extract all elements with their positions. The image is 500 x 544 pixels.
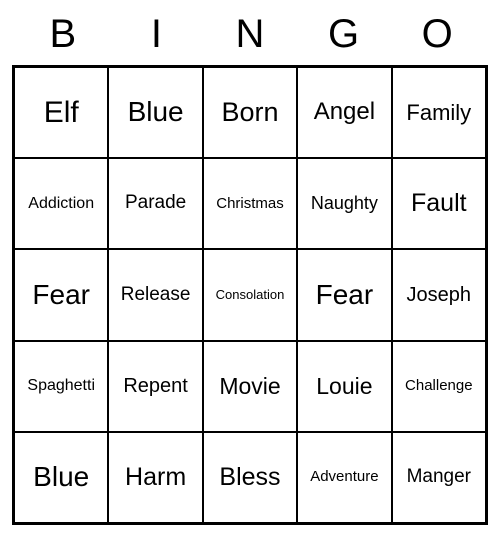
bingo-cell-text: Louie (316, 374, 372, 399)
bingo-cell-text: Manger (407, 467, 471, 488)
bingo-grid: Elf Blue Born Angel Family Addiction Parade Chr… (12, 65, 488, 525)
bingo-cell-text: Family (406, 101, 471, 125)
bingo-cell-text: Christmas (216, 196, 284, 213)
bingo-cell[interactable]: Adventure (297, 432, 391, 523)
bingo-cell[interactable]: Fear (14, 249, 108, 340)
bingo-cell-text: Fault (411, 190, 467, 218)
bingo-cell[interactable]: Angel (297, 67, 391, 158)
header-letter-b: B (16, 12, 110, 57)
bingo-cell-text: Repent (123, 375, 188, 397)
bingo-cell[interactable]: Born (203, 67, 297, 158)
bingo-cell-text: Parade (125, 193, 186, 214)
bingo-cell[interactable]: Spaghetti (14, 341, 108, 432)
bingo-cell[interactable]: Bless (203, 432, 297, 523)
bingo-cell-text: Elf (44, 96, 79, 129)
bingo-cell[interactable]: Movie (203, 341, 297, 432)
bingo-card: B I N G O Elf Blue Born Angel Family Addictio… (12, 12, 488, 525)
bingo-cell[interactable]: Repent (108, 341, 202, 432)
bingo-cell-text: Consolation (216, 288, 285, 302)
bingo-cell-text: Spaghetti (27, 377, 95, 395)
bingo-cell[interactable]: Consolation (203, 249, 297, 340)
bingo-cell[interactable]: Harm (108, 432, 202, 523)
bingo-cell-text: Joseph (407, 284, 472, 306)
bingo-cell[interactable]: Parade (108, 158, 202, 249)
bingo-cell-text: Naughty (311, 194, 378, 214)
bingo-cell-text: Movie (219, 374, 280, 399)
bingo-cell[interactable]: Elf (14, 67, 108, 158)
bingo-cell[interactable]: Challenge (392, 341, 486, 432)
header-letter-n: N (203, 12, 297, 57)
bingo-cell[interactable]: Naughty (297, 158, 391, 249)
bingo-cell-text: Blue (33, 462, 89, 493)
bingo-cell[interactable]: Manger (392, 432, 486, 523)
bingo-cell-text: Fear (32, 280, 90, 311)
header-letter-o: O (390, 12, 484, 57)
bingo-cell-text: Adventure (310, 469, 378, 486)
bingo-cell[interactable]: Family (392, 67, 486, 158)
bingo-cell-text: Harm (125, 464, 186, 492)
bingo-cell-text: Challenge (405, 378, 473, 395)
bingo-cell-text: Born (221, 98, 278, 128)
bingo-cell[interactable]: Christmas (203, 158, 297, 249)
bingo-cell-text: Blue (128, 97, 184, 128)
bingo-cell[interactable]: Release (108, 249, 202, 340)
bingo-cell[interactable]: Joseph (392, 249, 486, 340)
bingo-cell-text: Fear (316, 280, 374, 311)
bingo-cell-text: Bless (219, 464, 280, 492)
bingo-cell[interactable]: Addiction (14, 158, 108, 249)
bingo-cell[interactable]: Louie (297, 341, 391, 432)
bingo-header-row: B I N G O (12, 12, 488, 57)
bingo-cell-text: Release (121, 285, 191, 306)
bingo-cell-text: Addiction (28, 195, 94, 213)
bingo-cell[interactable]: Fear (297, 249, 391, 340)
bingo-cell[interactable]: Blue (14, 432, 108, 523)
header-letter-g: G (297, 12, 391, 57)
header-letter-i: I (110, 12, 204, 57)
bingo-cell[interactable]: Fault (392, 158, 486, 249)
bingo-cell[interactable]: Blue (108, 67, 202, 158)
bingo-cell-text: Angel (314, 99, 375, 125)
